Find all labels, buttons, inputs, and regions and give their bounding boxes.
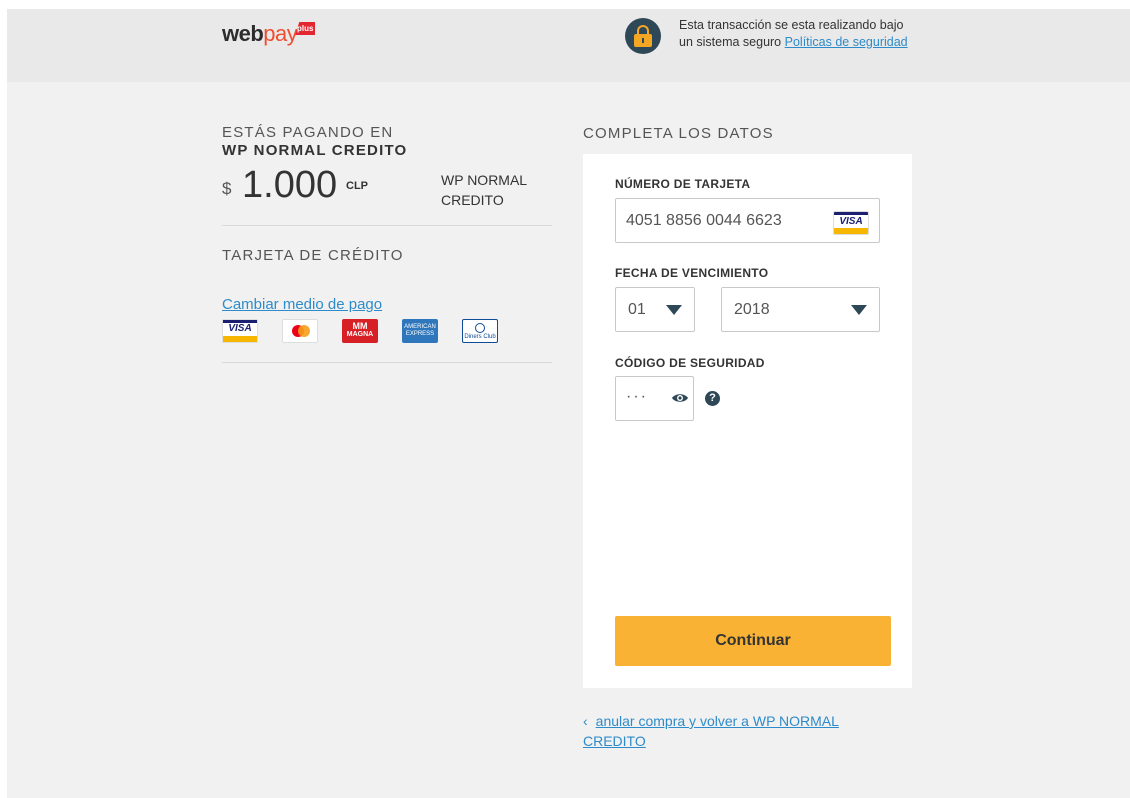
visa-icon: VISA <box>222 319 258 343</box>
expiry-year-value: 2018 <box>734 301 770 318</box>
diners-icon: Diners Club <box>462 319 498 343</box>
form-title: COMPLETA LOS DATOS <box>583 125 774 142</box>
chevron-down-icon <box>666 305 682 315</box>
lock-icon <box>625 18 661 54</box>
cvv-label: CÓDIGO DE SEGURIDAD <box>615 356 765 370</box>
paying-label: ESTÁS PAGANDO EN <box>222 124 394 141</box>
chevron-left-icon: ‹ <box>583 713 588 729</box>
magna-icon: MM MAGNA <box>342 319 378 343</box>
cvv-masked-value: ··· <box>626 388 648 405</box>
logo-text-main: web <box>222 21 264 46</box>
page-background: web pay plus Esta transacción se esta re… <box>7 9 1130 798</box>
expiry-month-value: 01 <box>628 301 646 318</box>
amount-value: 1.000 <box>242 164 338 206</box>
cancel-purchase-link[interactable]: anular compra y volver a WP NORMAL CREDI… <box>583 713 839 749</box>
amount-merchant-name: WP NORMAL CREDITO <box>441 172 527 208</box>
secure-transaction-notice: Esta transacción se esta realizando bajo… <box>679 17 909 51</box>
card-number-label: NÚMERO DE TARJETA <box>615 177 751 191</box>
expiry-label: FECHA DE VENCIMIENTO <box>615 266 769 280</box>
summary-divider <box>222 362 552 363</box>
continue-button[interactable]: Continuar <box>615 616 891 666</box>
eye-icon[interactable] <box>671 392 689 404</box>
merchant-name: WP NORMAL CREDITO <box>222 142 408 159</box>
card-brands: VISA MM MAGNA AMERICAN EXPRESS Diners Clu… <box>222 318 552 344</box>
card-form-panel: NÚMERO DE TARJETA VISA FECHA DE VENCIMIE… <box>583 154 912 688</box>
amex-icon: AMERICAN EXPRESS <box>402 319 438 343</box>
currency-symbol: $ <box>222 179 232 198</box>
visa-icon: VISA <box>833 211 869 235</box>
mastercard-icon <box>282 319 318 343</box>
change-payment-method-link[interactable]: Cambiar medio de pago <box>222 296 382 313</box>
cancel-purchase: ‹ anular compra y volver a WP NORMAL CRED… <box>583 711 903 751</box>
logo-text-accent: pay <box>263 21 298 46</box>
amount-row: $ 1.000 CLP WP NORMAL CREDITO <box>222 164 552 226</box>
logo-plus-badge: plus <box>295 22 316 35</box>
header-bar: web pay plus Esta transacción se esta re… <box>7 9 1130 82</box>
expiry-year-select[interactable]: 2018 <box>721 287 880 332</box>
security-policy-link[interactable]: Políticas de seguridad <box>785 35 908 49</box>
chevron-down-icon <box>851 305 867 315</box>
webpay-logo: web pay plus <box>222 21 316 47</box>
payment-summary: ESTÁS PAGANDO EN WP NORMAL CREDITO $ 1.0… <box>222 124 552 344</box>
currency-code: CLP <box>346 180 368 192</box>
help-icon[interactable]: ? <box>705 391 720 406</box>
expiry-month-select[interactable]: 01 <box>615 287 695 332</box>
card-type-label: TARJETA DE CRÉDITO <box>222 247 404 264</box>
